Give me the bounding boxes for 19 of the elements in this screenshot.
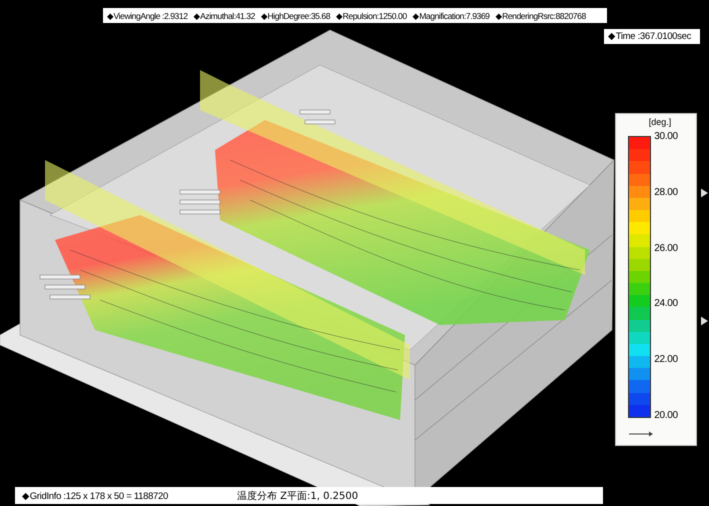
info-item: ◆RenderingRsrc:8820768 — [496, 10, 586, 20]
scale-label: 28.00 — [654, 186, 678, 198]
info-item: ◆Repulsion:1250.00 — [336, 10, 407, 20]
marker-icon — [701, 188, 708, 198]
info-item: ◆ViewingAngle :2.9312 — [107, 10, 188, 20]
scale-label: 22.00 — [654, 354, 678, 366]
scale-label: 24.00 — [654, 298, 678, 310]
legend-unit: [deg.] — [648, 117, 672, 127]
info-item: ◆Magnification:7.9369 — [412, 10, 490, 20]
info-item: ◆Azimuthal:41.32 — [194, 10, 255, 20]
scale-label: 26.00 — [654, 242, 678, 254]
arrow-icon — [629, 431, 653, 437]
plane-info: 温度分布 Z平面:1, 0.2500 — [237, 490, 358, 502]
grid-info: ◆GridInfo :125 x 178 x 50 = 1188720 — [22, 490, 170, 502]
time-readout: ◆Time :367.0100sec — [604, 29, 700, 44]
info-item: ◆HighDegree:35.68 — [260, 10, 330, 20]
scale-label: 20.00 — [654, 410, 678, 421]
marker-icon — [701, 316, 708, 326]
scale-label: 30.00 — [654, 131, 678, 142]
